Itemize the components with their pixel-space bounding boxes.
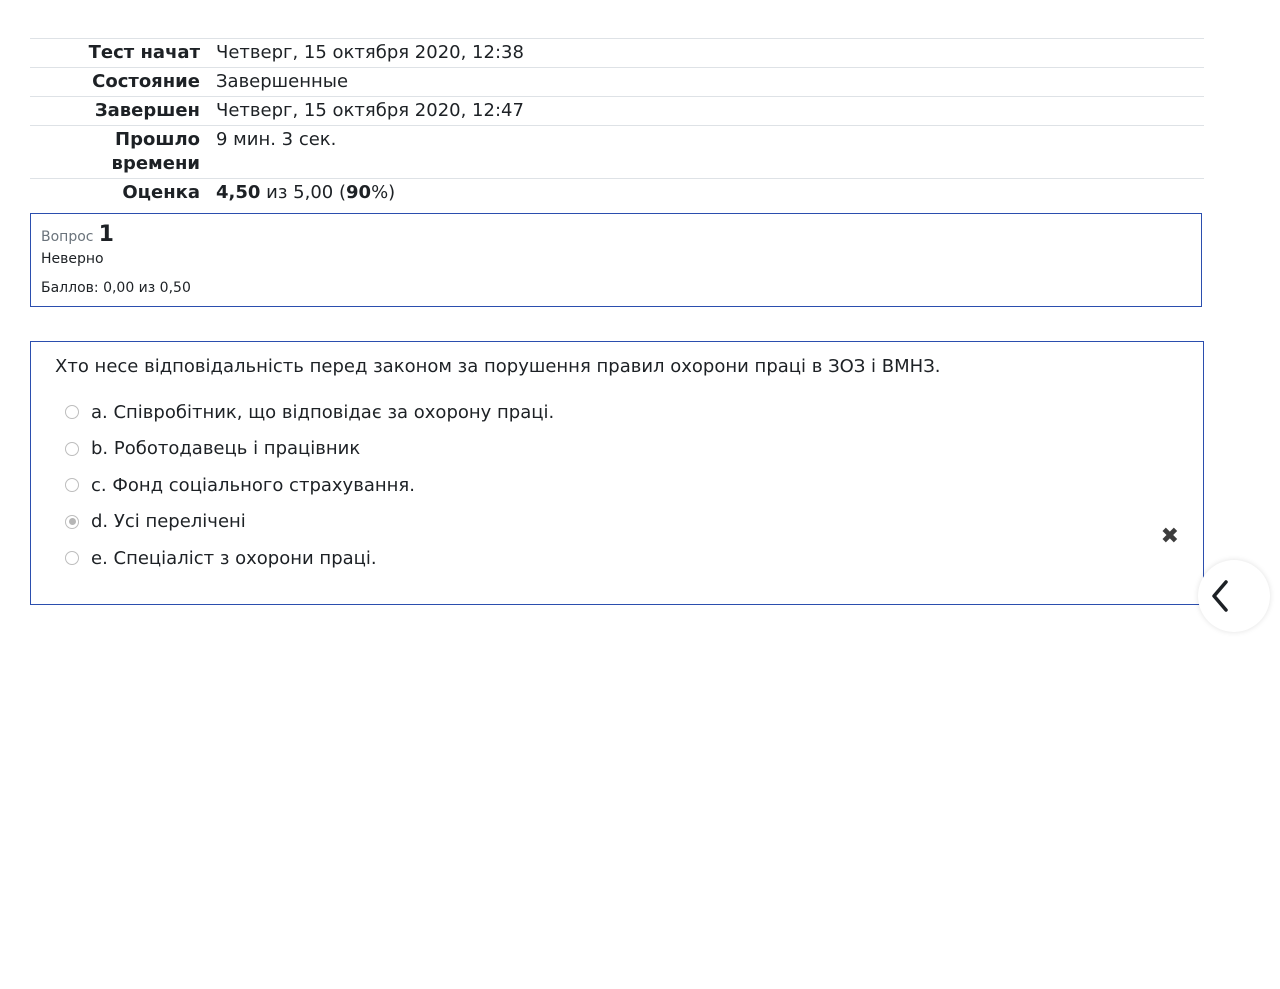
summary-row-time-taken: Прошло времени 9 мин. 3 сек. bbox=[30, 125, 1204, 179]
question-content-box: Хто несе відповідальність перед законом … bbox=[30, 341, 1204, 605]
summary-value: Четверг, 15 октября 2020, 12:47 bbox=[216, 100, 524, 121]
answer-option-b[interactable]: b. Роботодавець і працівник bbox=[55, 431, 1179, 468]
drawer-toggle-button[interactable] bbox=[1198, 560, 1270, 632]
incorrect-cross-icon: ✖ bbox=[1160, 524, 1179, 549]
radio-button[interactable] bbox=[65, 441, 79, 456]
answer-label: b. Роботодавець і працівник bbox=[91, 438, 361, 460]
chevron-left-icon bbox=[1206, 578, 1234, 614]
radio-button-checked[interactable] bbox=[65, 514, 79, 529]
question-grade: Баллов: 0,00 из 0,50 bbox=[41, 280, 191, 296]
summary-row-state: Состояние Завершенные bbox=[30, 67, 1204, 97]
radio-button[interactable] bbox=[65, 478, 79, 493]
grade-of: из 5,00 bbox=[266, 182, 334, 203]
summary-row-grade: Оценка 4,50 из 5,00 (90%) bbox=[30, 178, 1204, 208]
radio-button[interactable] bbox=[65, 551, 79, 566]
grade-percent-suffix: %) bbox=[371, 182, 396, 203]
summary-label: Оценка bbox=[122, 182, 200, 203]
question-number-value: 1 bbox=[98, 222, 114, 247]
summary-label: Прошло времени bbox=[30, 126, 216, 179]
summary-value: Четверг, 15 октября 2020, 12:38 bbox=[216, 42, 524, 63]
time-taken-label: Прошло времени bbox=[111, 129, 200, 174]
summary-value: 9 мин. 3 сек. bbox=[216, 129, 337, 150]
summary-row-completed: Завершен Четверг, 15 октября 2020, 12:47 bbox=[30, 96, 1204, 126]
answer-option-d[interactable]: d. Усі перелічені bbox=[55, 504, 1179, 541]
answer-label: d. Усі перелічені bbox=[91, 511, 246, 533]
answer-label: c. Фонд соціального страхування. bbox=[91, 474, 415, 496]
summary-row-started: Тест начат Четверг, 15 октября 2020, 12:… bbox=[30, 38, 1204, 68]
answer-label: e. Спеціаліст з охорони праці. bbox=[91, 547, 377, 569]
question-info-box: Вопрос 1 Неверно Баллов: 0,00 из 0,50 bbox=[30, 213, 1202, 307]
question-label: Вопрос bbox=[41, 229, 94, 245]
quiz-review-page: Тест начат Четверг, 15 октября 2020, 12:… bbox=[0, 0, 1280, 989]
grade-open-paren: ( bbox=[338, 182, 346, 203]
summary-value: 4,50 из 5,00 (90%) bbox=[216, 179, 1204, 208]
question-number: Вопрос 1 bbox=[41, 222, 1191, 247]
attempt-summary-table: Тест начат Четверг, 15 октября 2020, 12:… bbox=[30, 38, 1204, 207]
grade-percent: 90 bbox=[346, 182, 372, 203]
summary-label: Завершен bbox=[94, 100, 200, 121]
summary-label: Состояние bbox=[92, 71, 200, 92]
question-state: Неверно bbox=[41, 251, 104, 267]
question-text: Хто несе відповідальність перед законом … bbox=[55, 356, 941, 377]
answer-label: a. Співробітник, що відповідає за охорон… bbox=[91, 401, 555, 423]
summary-value: Завершенные bbox=[216, 71, 349, 92]
grade-score: 4,50 bbox=[216, 182, 261, 203]
answer-option-c[interactable]: c. Фонд соціального страхування. bbox=[55, 467, 1179, 504]
radio-button[interactable] bbox=[65, 405, 79, 420]
answer-option-e[interactable]: e. Спеціаліст з охорони праці. bbox=[55, 540, 1179, 577]
summary-label: Тест начат bbox=[88, 42, 200, 63]
answer-option-a[interactable]: a. Співробітник, що відповідає за охорон… bbox=[55, 394, 1179, 431]
